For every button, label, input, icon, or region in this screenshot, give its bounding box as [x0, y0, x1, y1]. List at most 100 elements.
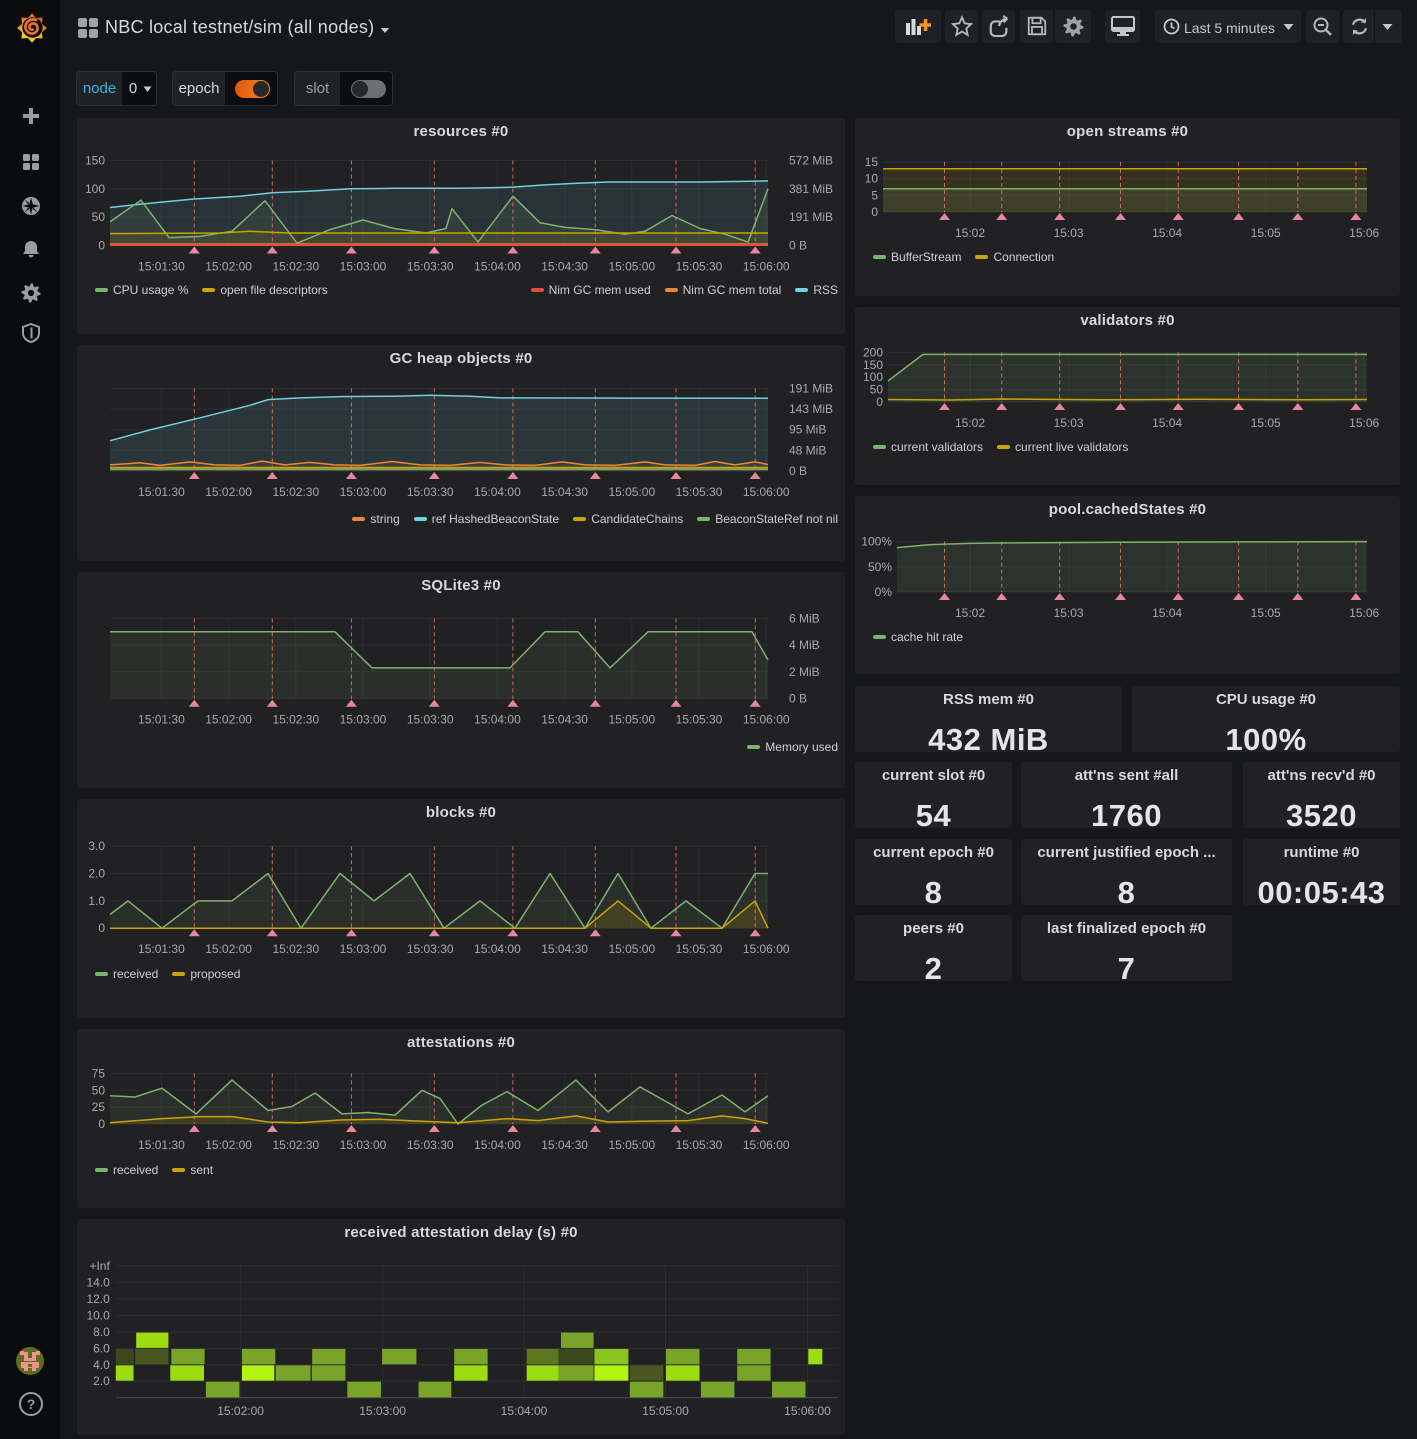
svg-text:15:03: 15:03 [1054, 416, 1084, 430]
svg-text:15:06: 15:06 [1349, 416, 1379, 430]
svg-text:150: 150 [85, 154, 105, 168]
svg-text:15:02:00: 15:02:00 [217, 1404, 264, 1418]
svg-text:15:06:00: 15:06:00 [743, 942, 790, 956]
svg-text:15:04:00: 15:04:00 [474, 485, 521, 499]
svg-text:15:06:00: 15:06:00 [784, 1404, 831, 1418]
svg-text:14.0: 14.0 [86, 1275, 110, 1289]
svg-text:10: 10 [865, 172, 879, 186]
svg-text:0%: 0% [875, 585, 893, 599]
svg-text:15:02:00: 15:02:00 [205, 485, 252, 499]
svg-text:15:04:30: 15:04:30 [541, 1138, 588, 1152]
svg-text:15:02:00: 15:02:00 [205, 713, 252, 727]
svg-text:50: 50 [92, 1083, 106, 1097]
svg-text:15:05:30: 15:05:30 [676, 942, 723, 956]
svg-text:15:02:30: 15:02:30 [272, 260, 319, 274]
svg-text:15:04: 15:04 [1152, 606, 1182, 620]
svg-text:15:02: 15:02 [955, 416, 985, 430]
svg-text:6.0: 6.0 [93, 1341, 110, 1355]
svg-text:0 B: 0 B [789, 239, 807, 253]
svg-text:50%: 50% [868, 560, 892, 574]
svg-text:15:06:00: 15:06:00 [743, 485, 790, 499]
svg-text:15:02:00: 15:02:00 [205, 942, 252, 956]
svg-text:2.0: 2.0 [88, 867, 105, 881]
svg-text:15:03:00: 15:03:00 [340, 260, 387, 274]
svg-text:15:03:30: 15:03:30 [407, 260, 454, 274]
svg-text:15:04:30: 15:04:30 [541, 942, 588, 956]
svg-text:10.0: 10.0 [86, 1308, 110, 1322]
svg-text:15:05:30: 15:05:30 [676, 260, 723, 274]
svg-text:6 MiB: 6 MiB [789, 611, 820, 625]
svg-text:15:02: 15:02 [955, 606, 985, 620]
svg-text:15:04:00: 15:04:00 [474, 713, 521, 727]
svg-text:15:04:00: 15:04:00 [474, 1138, 521, 1152]
svg-text:191 MiB: 191 MiB [789, 210, 833, 224]
svg-text:5: 5 [871, 188, 878, 202]
svg-text:15:02:30: 15:02:30 [272, 713, 319, 727]
svg-text:15:03:30: 15:03:30 [407, 713, 454, 727]
svg-text:15:05:30: 15:05:30 [676, 1138, 723, 1152]
svg-text:572 MiB: 572 MiB [789, 154, 833, 168]
svg-text:15:02:30: 15:02:30 [272, 942, 319, 956]
svg-text:15:05:30: 15:05:30 [676, 713, 723, 727]
svg-text:15:04:00: 15:04:00 [474, 942, 521, 956]
svg-text:50: 50 [92, 210, 106, 224]
svg-text:15:06: 15:06 [1349, 606, 1379, 620]
svg-text:15:05:00: 15:05:00 [608, 713, 655, 727]
svg-text:8.0: 8.0 [93, 1325, 110, 1339]
svg-text:48 MiB: 48 MiB [789, 443, 826, 457]
svg-text:15:05:00: 15:05:00 [608, 260, 655, 274]
svg-text:15:05: 15:05 [1251, 416, 1281, 430]
svg-text:3.0: 3.0 [88, 839, 105, 853]
svg-text:15:01:30: 15:01:30 [138, 260, 185, 274]
svg-text:15:01:30: 15:01:30 [138, 942, 185, 956]
svg-text:2.0: 2.0 [93, 1374, 110, 1388]
svg-text:?: ? [27, 1396, 36, 1412]
svg-text:15:04:00: 15:04:00 [474, 260, 521, 274]
svg-text:75: 75 [92, 1066, 106, 1080]
svg-text:15: 15 [865, 155, 879, 169]
svg-text:15:05: 15:05 [1251, 606, 1281, 620]
svg-text:15:01:30: 15:01:30 [138, 1138, 185, 1152]
svg-text:381 MiB: 381 MiB [789, 182, 833, 196]
svg-text:15:03:00: 15:03:00 [340, 485, 387, 499]
svg-text:15:04:30: 15:04:30 [541, 713, 588, 727]
svg-text:15:03:30: 15:03:30 [407, 1138, 454, 1152]
svg-text:95 MiB: 95 MiB [789, 423, 826, 437]
svg-text:15:04: 15:04 [1152, 416, 1182, 430]
svg-text:0: 0 [876, 395, 883, 409]
svg-text:15:03:00: 15:03:00 [340, 1138, 387, 1152]
svg-text:143 MiB: 143 MiB [789, 402, 833, 416]
svg-text:0: 0 [871, 205, 878, 219]
svg-text:15:03:00: 15:03:00 [340, 713, 387, 727]
svg-text:15:05: 15:05 [1251, 226, 1281, 240]
svg-text:15:01:30: 15:01:30 [138, 485, 185, 499]
svg-text:+Inf: +Inf [89, 1259, 110, 1273]
svg-text:0: 0 [98, 239, 105, 253]
svg-text:4 MiB: 4 MiB [789, 638, 820, 652]
svg-text:15:06:00: 15:06:00 [743, 713, 790, 727]
svg-text:15:02:00: 15:02:00 [205, 260, 252, 274]
svg-text:15:05:00: 15:05:00 [608, 942, 655, 956]
svg-text:100%: 100% [861, 535, 892, 549]
svg-text:0 B: 0 B [789, 692, 807, 706]
svg-text:15:04: 15:04 [1152, 226, 1182, 240]
svg-text:15:05:00: 15:05:00 [642, 1404, 689, 1418]
svg-text:15:05:00: 15:05:00 [608, 485, 655, 499]
svg-text:1.0: 1.0 [88, 894, 105, 908]
svg-text:25: 25 [92, 1100, 106, 1114]
svg-text:15:05:00: 15:05:00 [608, 1138, 655, 1152]
svg-text:15:01:30: 15:01:30 [138, 713, 185, 727]
svg-text:15:03: 15:03 [1054, 226, 1084, 240]
svg-text:15:02:30: 15:02:30 [272, 1138, 319, 1152]
svg-text:4.0: 4.0 [93, 1358, 110, 1372]
svg-text:15:06:00: 15:06:00 [743, 260, 790, 274]
svg-text:15:06: 15:06 [1349, 226, 1379, 240]
svg-text:15:04:30: 15:04:30 [541, 485, 588, 499]
svg-text:15:05:30: 15:05:30 [676, 485, 723, 499]
svg-text:15:03: 15:03 [1054, 606, 1084, 620]
svg-text:191 MiB: 191 MiB [789, 381, 833, 395]
svg-text:2 MiB: 2 MiB [789, 665, 820, 679]
svg-text:15:06:00: 15:06:00 [743, 1138, 790, 1152]
svg-text:15:02:00: 15:02:00 [205, 1138, 252, 1152]
svg-text:15:04:30: 15:04:30 [541, 260, 588, 274]
